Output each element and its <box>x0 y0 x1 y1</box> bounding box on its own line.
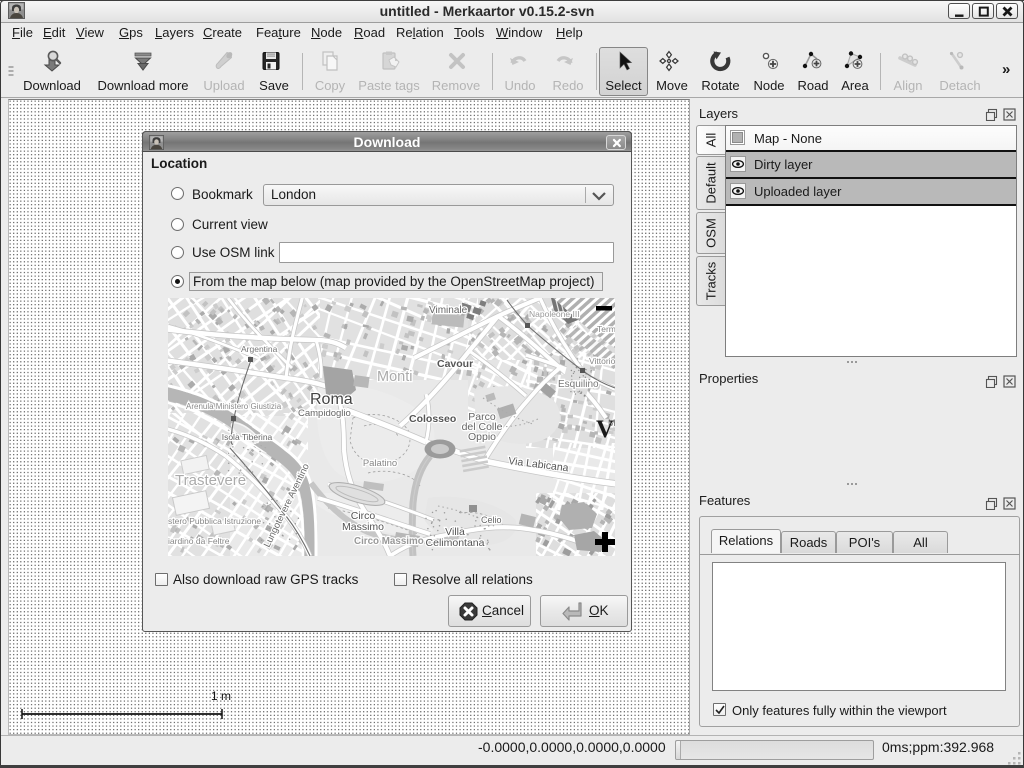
svg-text:Circo Massimo: Circo Massimo <box>354 536 424 547</box>
svg-text:Esquilino: Esquilino <box>558 379 599 390</box>
svg-text:Vittorio Emanuele: Vittorio Emanuele <box>589 356 615 366</box>
svg-text:Campidoglio: Campidoglio <box>298 408 351 419</box>
svg-text:Colosseo: Colosseo <box>409 413 456 425</box>
svg-text:Monti: Monti <box>377 369 412 385</box>
svg-text:Isola Tiberina: Isola Tiberina <box>222 432 273 442</box>
svg-text:Oppio: Oppio <box>468 431 496 443</box>
svg-text:Roma: Roma <box>310 391 353 408</box>
svg-text:Palatino: Palatino <box>363 458 397 469</box>
svg-text:Celio: Celio <box>481 515 502 525</box>
svg-text:Trastevere: Trastevere <box>175 472 246 489</box>
svg-text:Cavour: Cavour <box>437 358 473 370</box>
svg-text:Napoleone III: Napoleone III <box>529 309 580 319</box>
svg-text:iardino da Feltre: iardino da Feltre <box>168 536 230 546</box>
svg-text:Massimo: Massimo <box>342 521 384 533</box>
svg-text:Viminale: Viminale <box>429 305 468 316</box>
svg-text:1 m: 1 m <box>211 689 231 703</box>
svg-text:Celimontana: Celimontana <box>426 537 485 549</box>
svg-text:Termini - La: Termini - La <box>597 324 615 334</box>
svg-text:Ma: Ma <box>608 418 615 428</box>
svg-text:Argentina: Argentina <box>241 344 278 354</box>
svg-text:stero Pubblica Istruzione: stero Pubblica Istruzione <box>168 516 261 526</box>
svg-text:Arenula Ministero Giustizia: Arenula Ministero Giustizia <box>186 402 282 411</box>
